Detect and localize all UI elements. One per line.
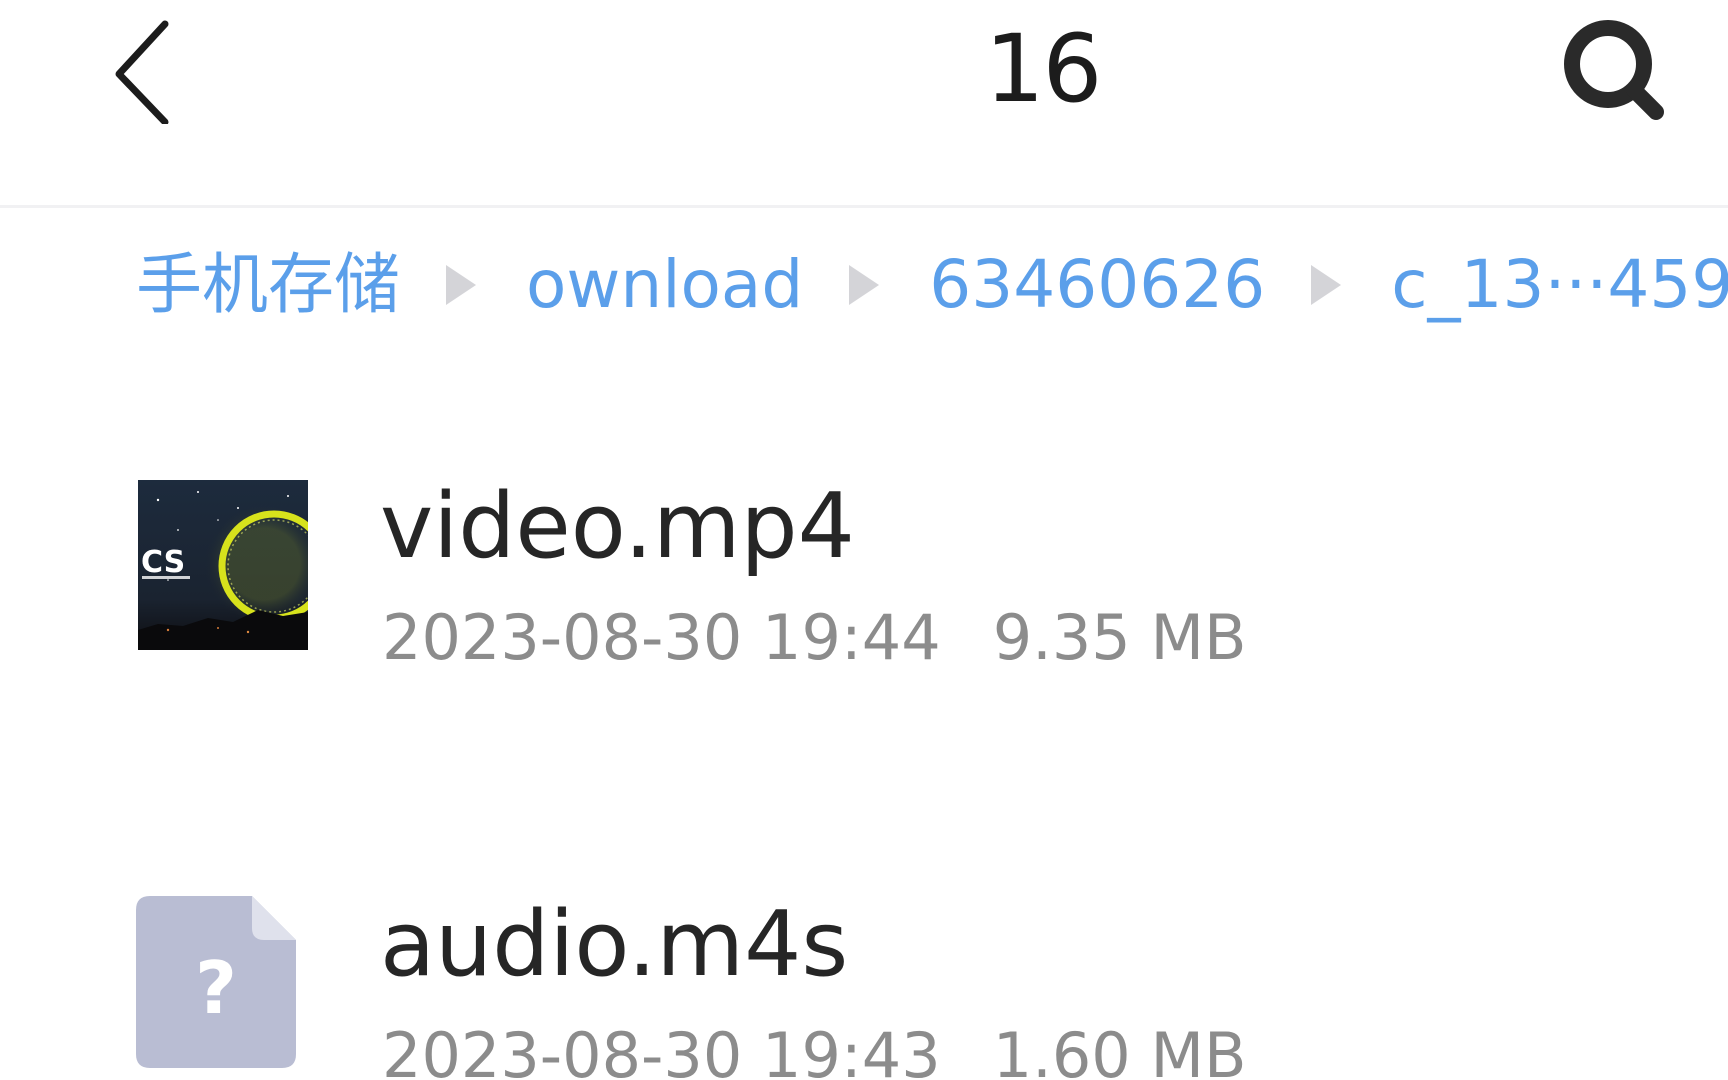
search-button[interactable]	[1548, 4, 1678, 134]
page-title: 16	[984, 15, 1103, 124]
breadcrumb-item-folder-id[interactable]: 63460626	[929, 240, 1265, 330]
breadcrumb-item-download[interactable]: ownload	[526, 240, 803, 330]
breadcrumb-separator-icon	[1311, 265, 1342, 305]
search-icon	[1564, 20, 1664, 120]
breadcrumb-item-phone-storage[interactable]: 手机存储	[136, 240, 400, 330]
file-meta: 2023-08-30 19:44 9.35 MB	[382, 598, 1247, 678]
file-size: 1.60 MB	[992, 1019, 1247, 1080]
file-date: 2023-08-30 19:44	[382, 601, 941, 674]
file-date: 2023-08-30 19:43	[382, 1019, 941, 1080]
breadcrumb: 手机存储 ownload 63460626 c_13···459	[136, 240, 1728, 330]
file-list-item-video[interactable]: CS video.mp4 2023-08-30 19:44 9.35 MB	[0, 450, 1728, 710]
thumbnail-logo-text: CS	[141, 545, 185, 580]
file-name: video.mp4	[380, 474, 855, 579]
unknown-file-glyph: ?	[195, 946, 237, 1030]
breadcrumb-separator-icon	[849, 265, 880, 305]
file-size: 9.35 MB	[992, 601, 1247, 674]
video-thumbnail: CS	[138, 480, 308, 650]
unknown-file-icon: ?	[136, 896, 296, 1068]
file-meta: 2023-08-30 19:43 1.60 MB	[382, 1016, 1247, 1080]
breadcrumb-separator-icon	[446, 265, 476, 305]
file-list-item-audio[interactable]: ? audio.m4s 2023-08-30 19:43 1.60 MB	[0, 868, 1728, 1080]
top-bar: 16	[0, 0, 1728, 208]
breadcrumb-item-current[interactable]: c_13···459	[1391, 240, 1728, 330]
file-browser-screen: 16 手机存储 ownload 63460626 c_13···459 CS v…	[0, 0, 1728, 1080]
file-name: audio.m4s	[380, 892, 849, 997]
